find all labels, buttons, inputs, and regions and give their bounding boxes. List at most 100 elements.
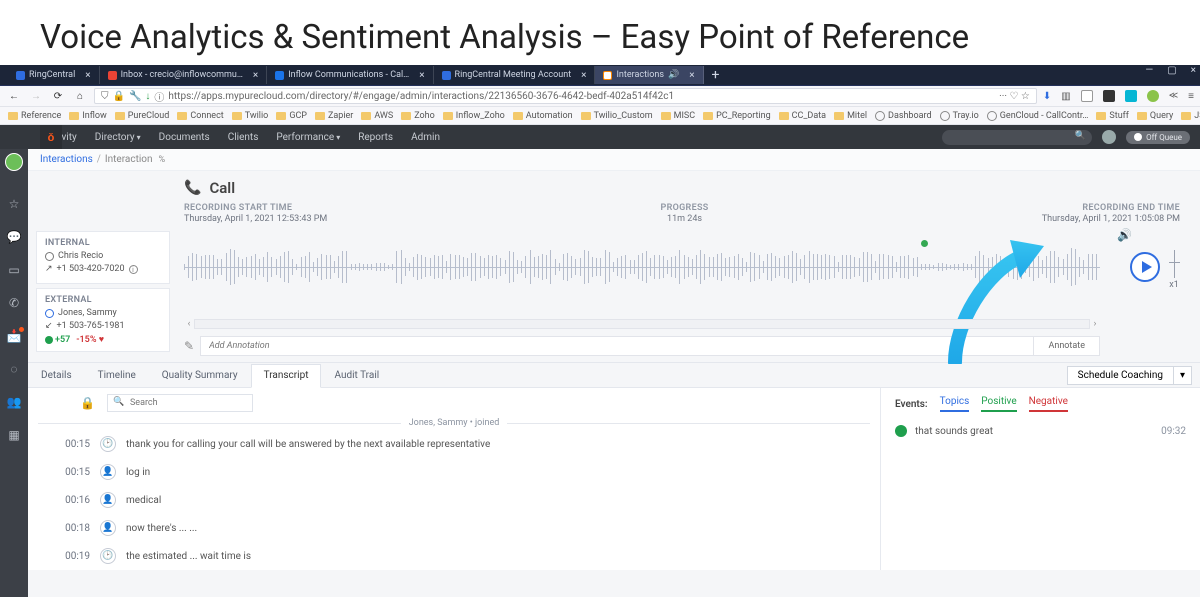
close-icon[interactable]: × (581, 70, 586, 81)
video-icon[interactable]: ▭ (8, 263, 21, 276)
phone-icon[interactable]: ✆ (8, 296, 21, 309)
home-button[interactable]: ⌂ (72, 91, 88, 102)
volume-icon[interactable]: 🔊 (1117, 228, 1132, 242)
window-close[interactable]: × (1191, 65, 1196, 76)
user-icon (45, 309, 54, 318)
people-icon[interactable]: 👥 (8, 395, 21, 408)
nav-reports[interactable]: Reports (358, 132, 393, 143)
bookmark-item[interactable]: Zapier (315, 111, 353, 121)
lock-icon[interactable]: 🔒 (80, 396, 95, 410)
bookmark-item[interactable]: AWS (361, 111, 393, 121)
tab-details[interactable]: Details (28, 363, 85, 387)
presence-avatar[interactable] (5, 153, 23, 171)
back-button[interactable]: ← (6, 91, 22, 102)
bookmark-item[interactable]: Tray.io (940, 111, 979, 121)
address-input[interactable]: ⛉ 🔒 🔧 ↓ ⓘ https://apps.mypurecloud.com/d… (94, 88, 1037, 104)
breadcrumb-root[interactable]: Interactions (40, 154, 93, 165)
schedule-coaching-caret[interactable]: ▾ (1174, 366, 1192, 385)
waveform[interactable] (184, 240, 1100, 294)
browser-tab[interactable]: RingCentral× (8, 66, 100, 84)
tab-timeline[interactable]: Timeline (85, 363, 149, 387)
bookmark-item[interactable]: Dashboard (875, 111, 932, 121)
bookmark-item[interactable]: JSON (1181, 111, 1200, 121)
bookmark-item[interactable]: GenCloud - CallContr… (987, 111, 1089, 121)
new-tab-button[interactable]: + (704, 67, 728, 83)
play-button[interactable] (1130, 252, 1160, 282)
transcript-row[interactable]: 00:16👤medical (38, 486, 870, 514)
favorites-icon[interactable]: ☆ (8, 197, 21, 210)
apps-icon[interactable]: ▦ (8, 428, 21, 441)
close-icon[interactable]: × (689, 70, 694, 81)
inbox-icon[interactable]: 📩 (8, 329, 21, 342)
bookmark-item[interactable]: Stuff (1096, 111, 1129, 121)
waveform-scrollbar[interactable]: ‹ › (184, 318, 1100, 330)
filter-negative[interactable]: Negative (1029, 396, 1068, 412)
transcript-row[interactable]: 00:18👤now there's ... ... (38, 514, 870, 542)
chat-icon[interactable]: 💬 (8, 230, 21, 243)
bookmark-item[interactable]: Zoho (401, 111, 435, 121)
bookmark-item[interactable]: MISC (661, 111, 696, 121)
nav-documents[interactable]: Documents (159, 132, 210, 143)
bookmark-item[interactable]: Connect (177, 111, 223, 121)
transcript-row[interactable]: 00:15🕑thank you for calling your call wi… (38, 430, 870, 458)
info-icon[interactable]: i (129, 265, 138, 274)
close-icon[interactable]: × (85, 70, 90, 81)
app-logo[interactable]: ǒ (40, 125, 62, 149)
queue-toggle[interactable]: Off Queue (1126, 131, 1190, 144)
bookmark-item[interactable]: Twilio (232, 111, 269, 121)
transcript-row[interactable]: 00:15👤log in (38, 458, 870, 486)
transcript-search[interactable] (107, 394, 253, 412)
extension-icon[interactable] (1125, 90, 1137, 102)
overflow-icon[interactable]: ≪ (1169, 91, 1178, 101)
event-row[interactable]: that sounds great09:32 (895, 425, 1186, 437)
bookmark-item[interactable]: Inflow (69, 111, 106, 121)
window-maximize[interactable]: ▢ (1167, 65, 1176, 76)
bookmark-item[interactable]: Query (1137, 111, 1173, 121)
nav-clients[interactable]: Clients (228, 132, 259, 143)
reload-button[interactable]: ⟳ (50, 91, 66, 102)
bookmark-item[interactable]: PureCloud (115, 111, 170, 121)
bookmark-item[interactable]: GCP (276, 111, 307, 121)
menu-icon[interactable]: ≡ (1188, 91, 1194, 102)
bookmark-item[interactable]: Automation (513, 111, 573, 121)
bookmark-item[interactable]: CC_Data (779, 111, 826, 121)
schedule-coaching-button[interactable]: Schedule Coaching (1067, 366, 1174, 385)
window-minimize[interactable]: — (1145, 65, 1153, 76)
browser-tab[interactable]: RingCentral Meeting Account× (434, 66, 596, 84)
transcript-row[interactable]: 00:19🕑the estimated ... wait time is (38, 542, 870, 570)
activity-icon[interactable]: ◌ (8, 362, 21, 375)
user-avatar[interactable] (1102, 130, 1116, 144)
extension-icon[interactable] (1147, 90, 1159, 102)
library-icon[interactable]: ▥ (1061, 91, 1070, 102)
browser-tab[interactable]: Inbox - crecio@inflowcommu…× (100, 66, 268, 84)
extension-icon[interactable] (1081, 90, 1093, 102)
nav-directory[interactable]: Directory (95, 132, 141, 143)
close-icon[interactable]: × (253, 70, 258, 81)
tab-audit-trail[interactable]: Audit Trail (321, 363, 392, 387)
speaker-icon[interactable]: 🔊 (668, 70, 679, 80)
bookmark-item[interactable]: Twilio_Custom (581, 111, 653, 121)
shield-icon: ⛉ (101, 91, 109, 102)
scroll-left[interactable]: ‹ (184, 319, 194, 329)
extension-icon[interactable] (1103, 90, 1115, 102)
annotation-input[interactable] (200, 336, 1034, 356)
bookmark-item[interactable]: PC_Reporting (703, 111, 771, 121)
nav-admin[interactable]: Admin (411, 132, 440, 143)
forward-button[interactable]: → (28, 91, 44, 102)
filter-topics[interactable]: Topics (940, 396, 970, 412)
scroll-right[interactable]: › (1090, 319, 1100, 329)
tab-quality-summary[interactable]: Quality Summary (149, 363, 251, 387)
browser-tab-active[interactable]: Interactions🔊× (595, 66, 703, 84)
bookmark-item[interactable]: Inflow_Zoho (443, 111, 505, 121)
nav-performance[interactable]: Performance (276, 132, 340, 143)
annotate-button[interactable]: Annotate (1034, 336, 1100, 356)
download-icon[interactable]: ⬇ (1043, 91, 1051, 102)
global-search[interactable] (942, 130, 1092, 145)
close-icon[interactable]: × (419, 70, 424, 81)
playback-speed[interactable]: x1 (1162, 250, 1186, 290)
bookmark-item[interactable]: Mitel (834, 111, 867, 121)
browser-tab[interactable]: Inflow Communications - Cal…× (267, 66, 433, 84)
filter-positive[interactable]: Positive (981, 396, 1016, 412)
tab-transcript[interactable]: Transcript (251, 364, 322, 388)
bookmark-item[interactable]: Reference (8, 111, 61, 121)
